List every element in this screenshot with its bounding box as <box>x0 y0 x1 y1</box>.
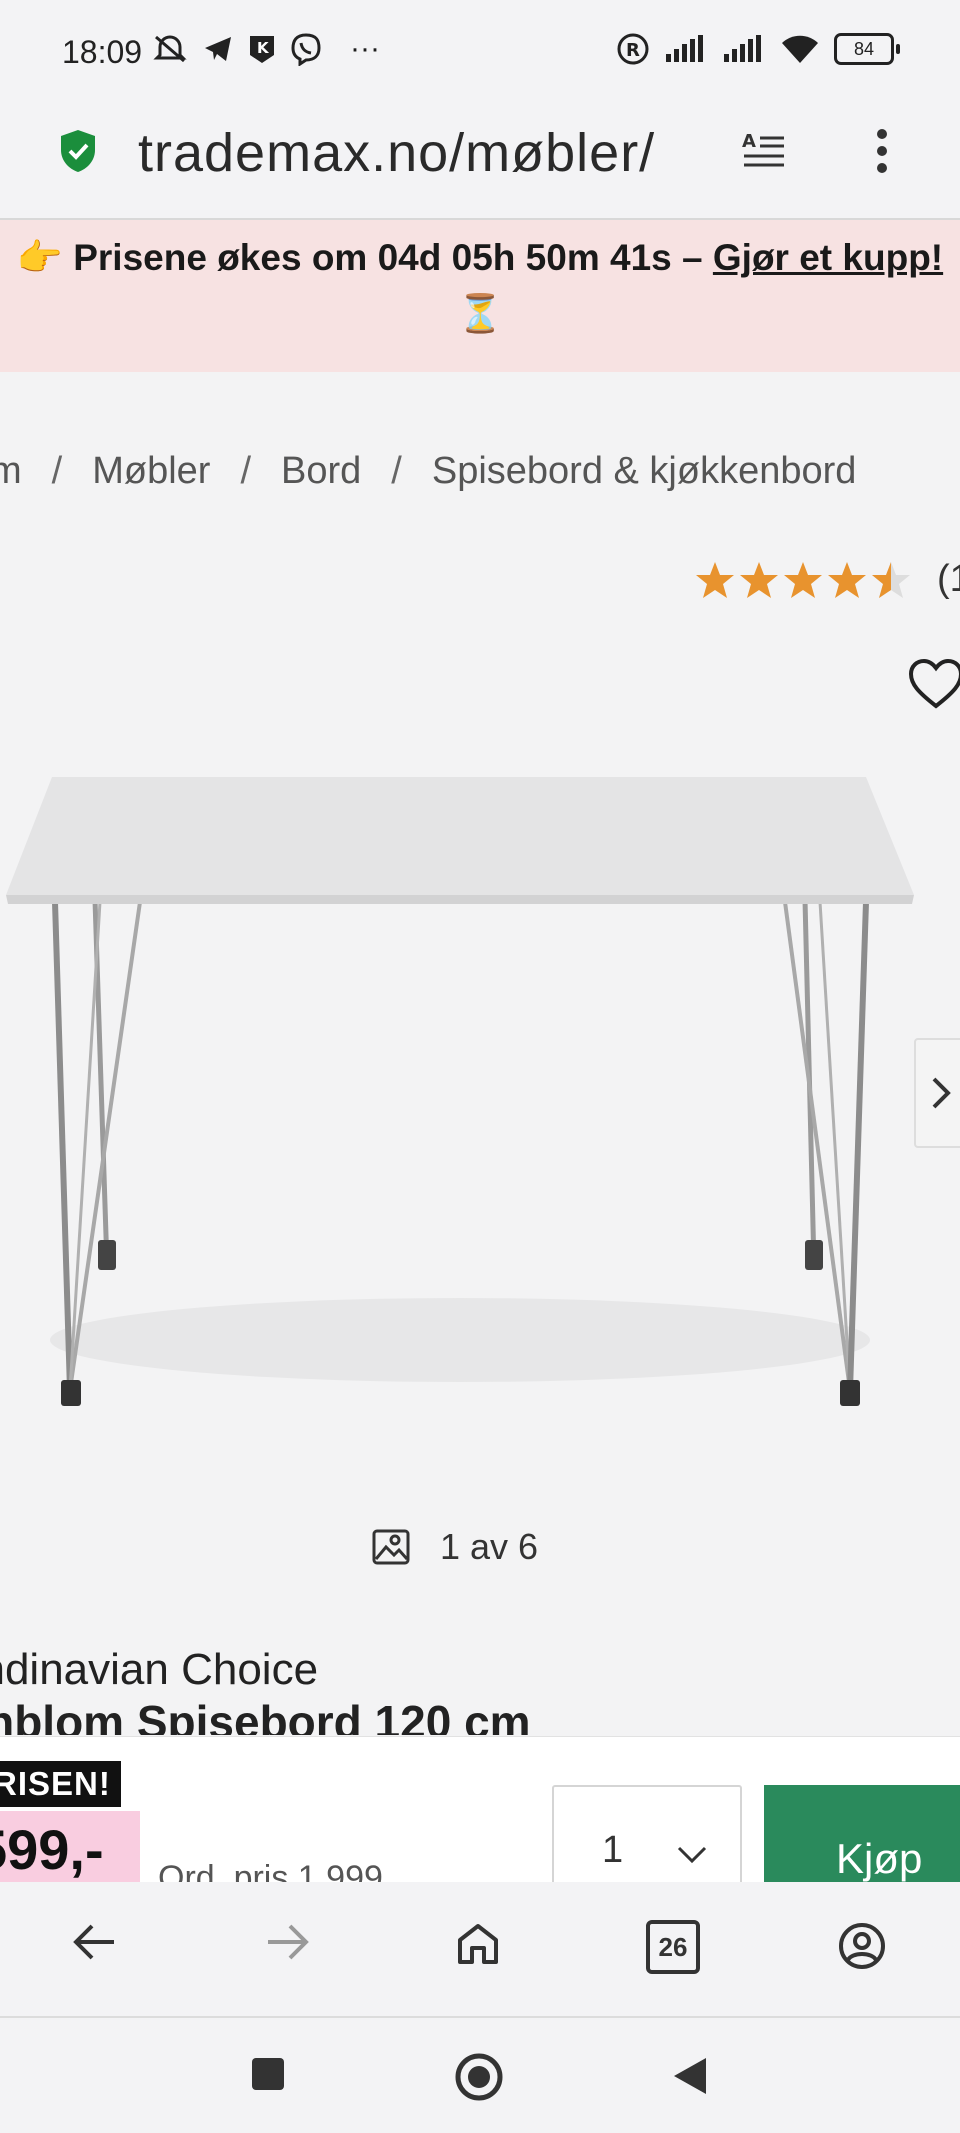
chevron-down-icon <box>677 1846 707 1864</box>
secure-shield-icon[interactable] <box>58 128 98 174</box>
price-badge: PRISEN! <box>0 1761 121 1807</box>
svg-text:K: K <box>257 39 270 57</box>
star-icon <box>828 561 866 598</box>
pointing-emoji: 👉 <box>16 237 63 278</box>
forward-arrow-icon[interactable] <box>266 1922 310 1962</box>
browser-bottom-nav: 26 <box>0 1882 960 2018</box>
breadcrumb-spisebord[interactable]: Spisebord & kjøkkenbord <box>432 450 857 492</box>
home-icon[interactable] <box>456 1922 500 1966</box>
breadcrumb-mobler[interactable]: Møbler <box>92 450 210 492</box>
back-triangle-icon[interactable] <box>672 2056 708 2096</box>
ordinary-price: Ord. pris 1 999 <box>158 1859 383 1883</box>
chevron-right-icon <box>932 1077 951 1109</box>
account-icon[interactable] <box>838 1922 886 1970</box>
star-half-icon <box>872 561 910 598</box>
star-icon <box>740 561 778 598</box>
breadcrumb-separator: / <box>391 450 402 492</box>
gallery-next-button[interactable] <box>914 1038 960 1148</box>
product-brand[interactable]: andinavian Choice <box>0 1645 318 1695</box>
status-bar: 18:09 K ··· R 84 <box>0 0 960 108</box>
gallery-counter-text: 1 av 6 <box>440 1526 539 1567</box>
sticky-buy-bar: PRISEN! 599,- Ord. pris 1 999 1 Kjøp <box>0 1736 960 1883</box>
status-time: 18:09 <box>62 34 143 70</box>
overflow-menu-icon[interactable] <box>872 128 892 174</box>
heart-icon[interactable] <box>908 658 960 710</box>
signal-icon <box>666 35 703 62</box>
product-name: onblom Spisebord 120 cm <box>0 1696 531 1735</box>
status-notification-icons: K ··· <box>152 32 380 66</box>
buy-button[interactable]: Kjøp <box>764 1785 960 1883</box>
signal-2-icon <box>724 35 761 62</box>
breadcrumb-separator: / <box>240 450 252 492</box>
rating-count: (1 <box>937 558 960 600</box>
product-image-gallery[interactable] <box>0 740 960 1460</box>
viber-icon <box>291 33 321 66</box>
star-icon <box>784 561 822 598</box>
star-icon <box>696 561 734 598</box>
breadcrumb-home[interactable]: m <box>0 450 22 492</box>
tabs-count-button[interactable]: 26 <box>646 1920 700 1974</box>
back-arrow-icon[interactable] <box>72 1922 116 1962</box>
telegram-icon <box>205 37 231 61</box>
promo-text: Prisene økes om 04d 05h 50m 41s – <box>73 237 703 278</box>
app-k-icon: K <box>250 36 274 63</box>
breadcrumb: m / Møbler / Bord / Spisebord & kjøkkenbord <box>0 450 960 510</box>
promo-banner: 👉 Prisene økes om 04d 05h 50m 41s – Gjør… <box>0 220 960 372</box>
wifi-icon <box>782 35 818 63</box>
gallery-counter: 1 av 6 <box>372 1526 538 1568</box>
hourglass-emoji: ⏳ <box>456 293 504 334</box>
svg-text:A: A <box>742 131 756 152</box>
more-notifications: ··· <box>350 32 380 65</box>
breadcrumb-separator: / <box>51 450 63 492</box>
mute-icon <box>153 35 187 63</box>
home-circle-icon[interactable] <box>454 2052 504 2102</box>
status-system-icons: R 84 <box>616 32 900 66</box>
registered-icon: R <box>617 33 649 65</box>
promo-link[interactable]: Gjør et kupp! <box>713 237 943 278</box>
buy-button-label: Kjøp <box>836 1835 923 1882</box>
product-rating[interactable]: (1 <box>695 558 960 601</box>
quantity-value: 1 <box>602 1829 624 1871</box>
battery-icon: 84 <box>834 33 900 65</box>
recents-square-icon[interactable] <box>250 2056 286 2092</box>
system-nav-bar <box>0 2018 960 2133</box>
image-icon <box>372 1529 410 1565</box>
browser-url-bar: trademax.no/møbler/ A <box>0 108 960 220</box>
current-price: 599,- <box>0 1818 104 1881</box>
quantity-select[interactable]: 1 <box>552 1785 742 1883</box>
url-text[interactable]: trademax.no/møbler/ <box>138 122 698 184</box>
breadcrumb-bord[interactable]: Bord <box>281 450 361 492</box>
reader-mode-icon[interactable]: A <box>742 130 786 170</box>
product-image-table <box>6 777 914 1406</box>
svg-text:R: R <box>626 40 640 61</box>
